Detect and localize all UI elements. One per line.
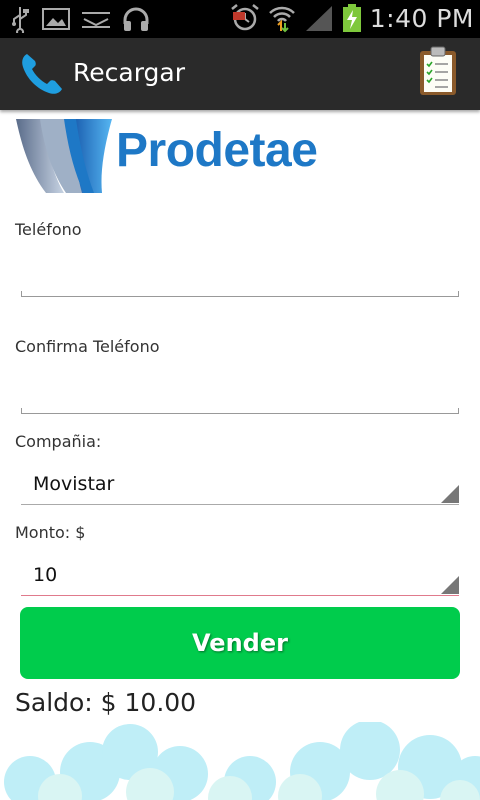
phone-icon[interactable] bbox=[18, 50, 66, 98]
compania-selected: Movistar bbox=[33, 473, 115, 495]
status-time: 1:40 PM bbox=[369, 3, 474, 33]
confirma-telefono-label: Confirma Teléfono bbox=[15, 337, 160, 356]
monto-selected: 10 bbox=[33, 564, 58, 586]
telefono-label: Teléfono bbox=[15, 220, 82, 239]
wifi-icon bbox=[268, 6, 295, 33]
compania-spinner[interactable]: Movistar bbox=[21, 465, 459, 505]
telefono-input[interactable] bbox=[21, 250, 459, 296]
signal-icon bbox=[305, 6, 332, 31]
clipboard-icon[interactable] bbox=[418, 46, 458, 96]
monto-label: Monto: $ bbox=[15, 523, 86, 542]
status-bar: 1:40 PM bbox=[0, 0, 480, 38]
usb-icon bbox=[12, 7, 29, 33]
clouds-decoration bbox=[4, 722, 480, 800]
voicemail-icon bbox=[82, 12, 110, 28]
battery-charging-icon bbox=[342, 4, 361, 32]
vender-button[interactable]: Vender bbox=[20, 607, 460, 679]
dropdown-arrow-icon bbox=[441, 576, 459, 594]
status-icons-right: 1:40 PM bbox=[230, 3, 474, 33]
prodetae-logo: Prodetae bbox=[16, 117, 326, 195]
logo-mark-icon bbox=[16, 119, 112, 193]
confirma-telefono-underline bbox=[21, 408, 459, 414]
alarm-icon bbox=[230, 4, 259, 31]
compania-underline bbox=[21, 504, 459, 505]
image-icon bbox=[42, 8, 70, 30]
dropdown-arrow-icon bbox=[441, 485, 459, 503]
confirma-telefono-input[interactable] bbox=[21, 366, 459, 412]
compania-label: Compañia: bbox=[15, 432, 102, 451]
page-title: Recargar bbox=[73, 58, 185, 87]
monto-spinner[interactable]: 10 bbox=[21, 556, 459, 596]
action-bar: Recargar bbox=[0, 38, 480, 110]
logo-text: Prodetae bbox=[116, 124, 318, 177]
monto-underline bbox=[21, 595, 459, 596]
headphones-icon bbox=[123, 7, 149, 31]
saldo-text: Saldo: $ 10.00 bbox=[15, 688, 197, 717]
telefono-underline bbox=[21, 291, 459, 297]
status-icons-left bbox=[8, 5, 150, 33]
